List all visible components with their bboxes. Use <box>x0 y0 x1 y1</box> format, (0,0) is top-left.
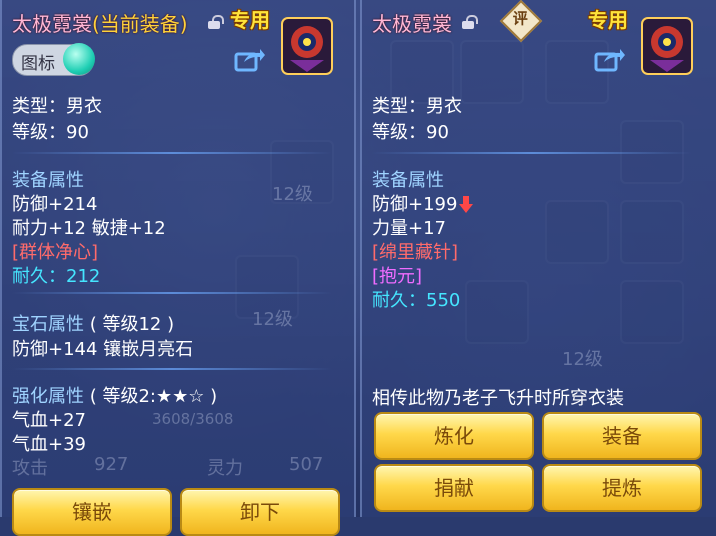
equip-attr-header: 装备属性 <box>12 170 84 191</box>
divider <box>12 292 332 294</box>
donate-button[interactable]: 捐献 <box>374 464 534 512</box>
item-level: 等级：90 <box>12 122 89 143</box>
gem-effect: 防御+144 镶嵌月亮石 <box>12 339 194 360</box>
icon-toggle-label: 图标 <box>21 54 55 74</box>
down-arrow-icon <box>459 196 474 214</box>
divider <box>12 368 332 370</box>
current-equipment-panel: 12级 12级 3608/3608 攻击 927 灵力 507 太极霓裳(当前装… <box>0 0 356 536</box>
special-skill: [群体净心] <box>12 242 99 263</box>
unequip-button[interactable]: 卸下 <box>180 488 340 536</box>
icon-toggle[interactable]: 图标 <box>12 43 95 76</box>
toggle-knob <box>63 43 95 75</box>
special-skill: [绵里藏针] <box>372 242 459 263</box>
enhance-hp-1: 气血+27 <box>12 410 86 431</box>
gem-attr-row: 宝石属性 ( 等级12 ) <box>12 310 174 336</box>
attack-value: 927 <box>94 454 129 475</box>
enhance-hp-2: 气血+39 <box>12 434 86 455</box>
attack-label: 攻击 <box>12 458 48 479</box>
hp-bar-text: 3608/3608 <box>152 410 234 428</box>
enhance-attr-row: 强化属性 ( 等级2:★★☆ ) <box>12 382 217 408</box>
gem-level: ( 等级12 ) <box>89 314 175 335</box>
item-name: 太极霓裳 <box>372 12 452 36</box>
special-effect: [抱元] <box>372 266 423 287</box>
item-type: 类型：男衣 <box>372 96 462 117</box>
equip-attr-header: 装备属性 <box>372 170 444 191</box>
enhance-level: ( 等级2:★★☆ ) <box>89 386 218 407</box>
divider <box>12 152 332 154</box>
share-icon[interactable] <box>234 48 266 72</box>
divider <box>372 152 692 154</box>
bonus-stats: 耐力+12 敏捷+12 <box>12 218 166 239</box>
item-type: 类型：男衣 <box>12 96 102 117</box>
slot-level-label: 12级 <box>562 349 603 370</box>
item-title: 太极霓裳(当前装备) <box>12 8 188 37</box>
extract-button[interactable]: 提炼 <box>542 464 702 512</box>
spirit-label: 灵力 <box>207 458 243 479</box>
bonus-stats: 力量+17 <box>372 218 446 239</box>
enhance-header: 强化属性 <box>12 386 84 407</box>
durability: 耐久：212 <box>12 266 101 287</box>
slot-level-label: 12级 <box>272 184 313 205</box>
item-level: 等级：90 <box>372 122 449 143</box>
item-title: 太极霓裳 <box>372 8 452 37</box>
rating-label: 评 <box>512 9 528 28</box>
inlay-button[interactable]: 镶嵌 <box>12 488 172 536</box>
slot-level-label: 12级 <box>252 309 293 330</box>
defense-stat: 防御+214 <box>12 194 98 215</box>
refine-button[interactable]: 炼化 <box>374 412 534 460</box>
share-icon[interactable] <box>594 48 626 72</box>
equipped-status: (当前装备) <box>92 12 188 36</box>
item-name: 太极霓裳 <box>12 12 92 36</box>
spirit-value: 507 <box>289 454 324 475</box>
defense-stat: 防御+199 <box>372 194 458 215</box>
equip-button[interactable]: 装备 <box>542 412 702 460</box>
lock-icon[interactable] <box>208 15 224 29</box>
exclusive-badge: 专用 <box>230 8 270 32</box>
item-description: 相传此物乃老子飞升时所穿衣装 <box>372 388 624 409</box>
item-emblem-icon <box>281 17 333 75</box>
durability: 耐久：550 <box>372 290 461 311</box>
gem-header: 宝石属性 <box>12 314 84 335</box>
compare-equipment-panel: 太极霓裳 专用 类型：男衣 等级：90 装备属性 防御+199 力量+17 [绵… <box>360 0 716 517</box>
lock-icon[interactable] <box>462 15 478 29</box>
exclusive-badge: 专用 <box>588 8 628 32</box>
defense-row: 防御+199 <box>372 190 474 216</box>
item-emblem-icon <box>641 17 693 75</box>
